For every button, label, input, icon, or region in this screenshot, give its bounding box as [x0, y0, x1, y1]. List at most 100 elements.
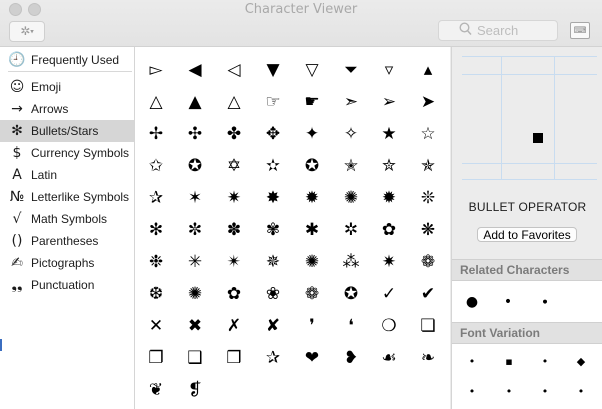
font-variation-glyph[interactable]: ▪	[497, 352, 521, 372]
search-field[interactable]	[438, 20, 558, 41]
character-cell[interactable]: ❜	[294, 311, 330, 342]
font-variation-glyph[interactable]: •	[460, 352, 484, 372]
font-variation-glyph[interactable]: •	[569, 382, 593, 402]
sidebar-item[interactable]: № Letterlike Symbols	[0, 186, 134, 208]
character-cell[interactable]: ▴	[410, 55, 446, 86]
character-cell[interactable]: ✗	[216, 311, 252, 342]
character-cell[interactable]: ❀	[255, 279, 291, 310]
character-cell[interactable]: ❋	[410, 215, 446, 246]
character-cell[interactable]: ✧	[333, 119, 369, 150]
sidebar-item[interactable]: √ Math Symbols	[0, 208, 134, 230]
character-cell[interactable]: ❧	[410, 343, 446, 374]
character-cell[interactable]: ✹	[294, 183, 330, 214]
sidebar-item[interactable]: () Parentheses	[0, 230, 134, 252]
character-cell[interactable]: ❊	[410, 183, 446, 214]
character-cell[interactable]: ✲	[333, 215, 369, 246]
character-cell[interactable]: ✡	[216, 151, 252, 182]
character-cell[interactable]: △	[138, 87, 174, 118]
character-cell[interactable]: △	[216, 87, 252, 118]
character-cell[interactable]: ⁂	[333, 247, 369, 278]
character-cell[interactable]: ❡	[177, 375, 213, 406]
character-cell[interactable]: ✘	[255, 311, 291, 342]
character-cell[interactable]: ✪	[333, 279, 369, 310]
font-variation-glyph[interactable]: •	[533, 352, 557, 372]
character-cell[interactable]: ✪	[294, 151, 330, 182]
character-cell[interactable]: ✥	[255, 119, 291, 150]
character-cell[interactable]: ✭	[333, 151, 369, 182]
sidebar-item[interactable]: → Arrows	[0, 98, 134, 120]
character-cell[interactable]: ✻	[138, 215, 174, 246]
search-input[interactable]	[477, 22, 553, 38]
character-cell[interactable]: ❦	[138, 375, 174, 406]
font-variation-glyph[interactable]: •	[460, 382, 484, 402]
character-cell[interactable]: ★	[371, 119, 407, 150]
character-cell[interactable]: ☞	[255, 87, 291, 118]
character-cell[interactable]: ✯	[410, 151, 446, 182]
sidebar-item[interactable]: ☺ Emoji	[0, 76, 134, 98]
character-cell[interactable]: ✫	[255, 151, 291, 182]
character-cell[interactable]: ✪	[177, 151, 213, 182]
keyboard-viewer-button[interactable]: ⌨	[570, 22, 590, 39]
character-cell[interactable]: ✔	[410, 279, 446, 310]
character-cell[interactable]: ✷	[371, 247, 407, 278]
character-cell[interactable]: ❛	[333, 311, 369, 342]
character-cell[interactable]: ✦	[294, 119, 330, 150]
character-cell[interactable]: ✕	[138, 311, 174, 342]
character-cell[interactable]: ✷	[216, 183, 252, 214]
character-cell[interactable]: ❥	[333, 343, 369, 374]
character-cell[interactable]: ✮	[371, 151, 407, 182]
character-cell[interactable]: ✿	[216, 279, 252, 310]
add-to-favorites-button[interactable]: Add to Favorites	[477, 227, 577, 242]
character-cell[interactable]: ➣	[333, 87, 369, 118]
character-cell[interactable]: ✵	[255, 247, 291, 278]
sidebar-item[interactable]: $ Currency Symbols	[0, 142, 134, 164]
font-variation-glyph[interactable]: •	[497, 382, 521, 402]
character-cell[interactable]: ❐	[138, 343, 174, 374]
related-character[interactable]: •	[496, 292, 520, 312]
character-cell[interactable]: ❤	[294, 343, 330, 374]
character-cell[interactable]: ☛	[294, 87, 330, 118]
character-cell[interactable]: ⏷	[333, 55, 369, 86]
character-cell[interactable]: ✰	[255, 343, 291, 374]
character-cell[interactable]: ❁	[410, 247, 446, 278]
character-cell[interactable]: ➢	[371, 87, 407, 118]
character-cell[interactable]: ☙	[371, 343, 407, 374]
character-cell[interactable]: ◁	[216, 55, 252, 86]
character-cell[interactable]: ✳	[177, 247, 213, 278]
character-cell[interactable]: ❒	[216, 343, 252, 374]
character-cell[interactable]: ✱	[294, 215, 330, 246]
character-cell[interactable]: ✶	[177, 183, 213, 214]
sidebar-item[interactable]: ✻ Bullets/Stars	[0, 120, 134, 142]
sidebar-item[interactable]: 🕘 Frequently Used	[0, 49, 134, 71]
sidebar-item[interactable]: A Latin	[0, 164, 134, 186]
character-cell[interactable]: ✣	[177, 119, 213, 150]
sidebar-item[interactable]: ❟❟ Punctuation	[0, 274, 134, 296]
character-cell[interactable]: ✓	[371, 279, 407, 310]
character-cell[interactable]: ✼	[177, 215, 213, 246]
character-cell[interactable]: ❉	[138, 247, 174, 278]
character-cell[interactable]: ❑	[177, 343, 213, 374]
character-cell[interactable]: ✤	[216, 119, 252, 150]
character-cell[interactable]: ✺	[333, 183, 369, 214]
character-cell[interactable]: ✴	[216, 247, 252, 278]
font-variation-glyph[interactable]: ◆	[569, 352, 593, 372]
character-cell[interactable]: ✢	[138, 119, 174, 150]
font-variation-glyph[interactable]: •	[533, 382, 557, 402]
character-cell[interactable]: ▽	[294, 55, 330, 86]
character-cell[interactable]: ✺	[177, 279, 213, 310]
character-cell[interactable]: ◀	[177, 55, 213, 86]
character-cell[interactable]: ▼	[255, 55, 291, 86]
character-cell[interactable]: ✩	[138, 151, 174, 182]
character-cell[interactable]: ➤	[410, 87, 446, 118]
character-cell[interactable]: ❆	[138, 279, 174, 310]
sidebar-item[interactable]: ✍ Pictographs	[0, 252, 134, 274]
character-cell[interactable]: ✺	[294, 247, 330, 278]
character-cell[interactable]: ✿	[371, 215, 407, 246]
character-cell[interactable]: ☆	[410, 119, 446, 150]
character-cell[interactable]: ✰	[138, 183, 174, 214]
character-cell[interactable]: ❍	[371, 311, 407, 342]
action-menu-button[interactable]: ✲▾	[9, 21, 45, 42]
character-cell[interactable]: ✹	[371, 183, 407, 214]
related-character[interactable]: ∙	[533, 292, 557, 312]
character-cell[interactable]: ✖	[177, 311, 213, 342]
